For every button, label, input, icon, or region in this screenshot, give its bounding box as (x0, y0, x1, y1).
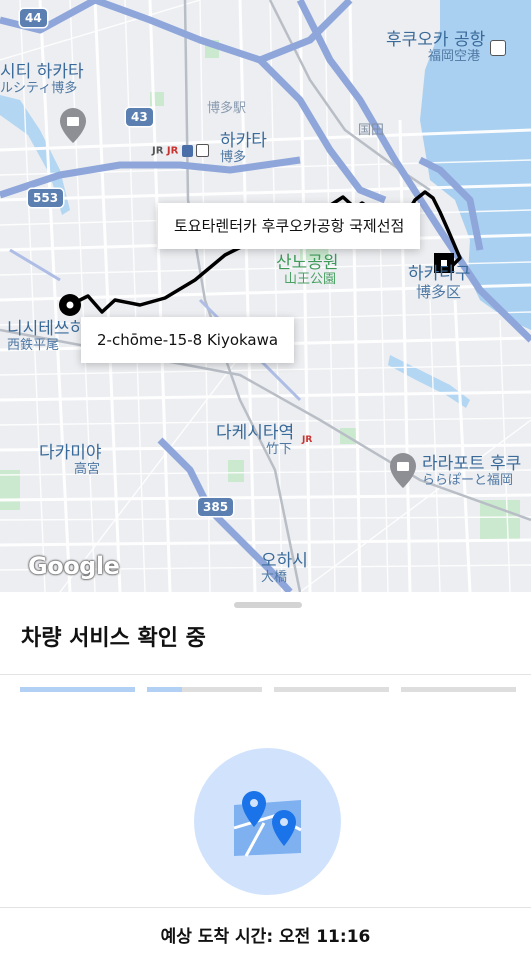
progress-segment-3 (274, 687, 389, 692)
label-ohashi[interactable]: 오하시 大橋 (261, 552, 308, 585)
jr-station-icon: JR JR (152, 144, 210, 157)
map-pin-icon (233, 791, 302, 857)
label-nishitetsu-hirao[interactable]: 니시테쓰히 西鉄平尾 (7, 320, 85, 353)
origin-callout[interactable]: 2-chōme-15-8 Kiyokawa (81, 317, 295, 363)
route-shield-553: 553 (28, 189, 64, 207)
airport-station-icon (490, 40, 506, 56)
destination-callout[interactable]: 토요타렌터카 후쿠오카공항 국제선점 (158, 203, 421, 249)
status-title: 차량 서비스 확인 중 (21, 626, 206, 651)
progress-fill-1 (20, 687, 135, 692)
progress-fill-2 (147, 687, 182, 692)
jr-icon-takeshita: JR (302, 435, 313, 445)
label-lalaport[interactable]: 라라포트 후쿠 ららぽーと福岡 (422, 455, 521, 488)
progress-segment-4 (401, 687, 516, 692)
map-pins-illustration (194, 748, 341, 895)
route-shield-44: 44 (20, 9, 47, 27)
label-hakata-ward[interactable]: 하카타구 博多区 (408, 265, 471, 300)
label-shintakada: 国田 (358, 123, 385, 138)
label-sanno-park[interactable]: 산노공원 山王公園 (276, 254, 339, 287)
progress-segment-1 (20, 687, 135, 692)
label-hakata-city[interactable]: 시티 하카타 ルシティ博多 (0, 63, 84, 96)
label-hakata[interactable]: 하카타 博多 (220, 132, 267, 165)
divider (0, 674, 531, 675)
google-logo: Google (28, 552, 120, 580)
label-hakata-station-ja: 博多駅 (207, 101, 247, 116)
progress-segment-2 (147, 687, 262, 692)
route-shield-385: 385 (198, 498, 234, 516)
drag-handle[interactable] (234, 602, 302, 608)
label-takamiya[interactable]: 다카미야 高宮 (39, 444, 102, 477)
divider (0, 907, 531, 908)
bottom-sheet[interactable]: 차량 서비스 확인 중 예상 도착 시간: 오전 11:16 (0, 592, 531, 969)
route-shield-43: 43 (126, 108, 153, 126)
label-takeshita-station[interactable]: 다케시타역 竹下 (216, 424, 294, 457)
map-view[interactable]: 44 43 553 385 후쿠오카 공항 福岡空港 시티 하카타 ルシティ博多… (0, 0, 531, 592)
eta-text: 예상 도착 시간: 오전 11:16 (160, 927, 371, 947)
label-fukuoka-airport[interactable]: 후쿠오카 공항 福岡空港 (386, 31, 485, 64)
